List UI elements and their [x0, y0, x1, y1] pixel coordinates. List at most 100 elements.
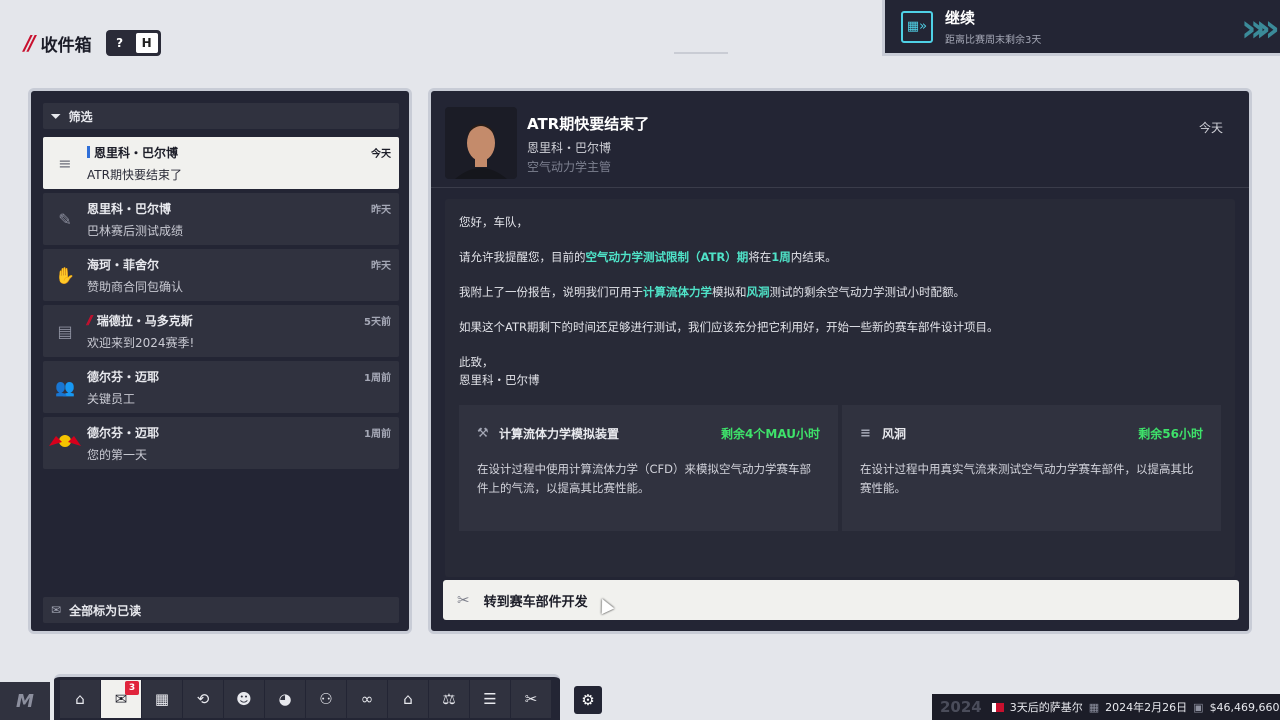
wind-tunnel-icon: ≡	[860, 426, 871, 441]
facilities-button[interactable]: ⌂	[388, 679, 428, 718]
go-to-car-development-button[interactable]: ✂ 转到赛车部件开发	[443, 580, 1239, 620]
message-item[interactable]: ✎ 恩里科・巴尔博 巴林赛后测试成绩 昨天	[43, 193, 399, 245]
help-button[interactable]: ?	[107, 32, 132, 54]
message-subject: 巴林赛后测试成绩	[87, 223, 184, 238]
resource-cards: ⚒ 计算流体力学模拟装置 剩余4个MAU小时 在设计过程中使用计算流体力学（CF…	[459, 405, 1221, 531]
helmet-icon: ◕	[278, 689, 292, 708]
highlight-duration: 1周	[771, 250, 791, 264]
sponsor-icon: ⚖	[442, 689, 456, 708]
continue-label: 继续	[945, 9, 976, 27]
calendar-icon: ▦	[1088, 700, 1100, 714]
finance-button[interactable]: ☰	[470, 679, 510, 718]
home-icon: ⌂	[75, 689, 85, 708]
settings-button[interactable]: ⚙	[574, 686, 602, 714]
help-keys[interactable]: ? H	[105, 30, 161, 56]
filter-icon: ⏷	[51, 108, 61, 123]
cfd-icon: ⚒	[477, 426, 489, 441]
filter-button[interactable]: ⏷ 筛选	[43, 103, 399, 129]
message-item[interactable]: ✋ 海珂・菲舍尔 赞助商合同包确认 昨天	[43, 249, 399, 301]
card-name: 风洞	[882, 427, 907, 441]
card-remaining: 剩余56小时	[1138, 427, 1203, 441]
current-date: 2024年2月26日	[1105, 701, 1188, 714]
red-bull-logo	[43, 432, 87, 454]
mark-all-read-label: 全部标为已读	[69, 603, 142, 618]
card-name: 计算流体力学模拟装置	[499, 427, 620, 441]
money-icon: ▣	[1193, 700, 1204, 714]
message-date: 今天	[371, 149, 391, 160]
message-title: ATR期快要结束了	[527, 115, 650, 133]
paragraph-2: 我附上了一份报告，说明我们可用于计算流体力学模拟和风洞测试的剩余空气动力学测试小…	[459, 285, 965, 299]
message-list: ≡ 恩里科・巴尔博 ATR期快要结束了 今天 ✎ 恩里科・巴尔博 巴林赛后测试成…	[43, 137, 399, 473]
message-item[interactable]: ≡ 恩里科・巴尔博 ATR期快要结束了 今天	[43, 137, 399, 189]
coins-icon: ☰	[483, 689, 497, 708]
message-detail-panel: ATR期快要结束了 恩里科・巴尔博 空气动力学主管 今天 您好，车队， 请允许我…	[428, 88, 1252, 634]
paragraph-1: 请允许我提醒您，目前的空气动力学测试限制（ATR）期将在1周内结束。	[459, 250, 837, 264]
message-subject: 关键员工	[87, 391, 136, 406]
message-subject: ATR期快要结束了	[87, 167, 182, 182]
message-subject: 欢迎来到2024赛季!	[87, 335, 195, 350]
track-button[interactable]: ⟲	[183, 679, 223, 718]
calendar-button[interactable]: ▦	[142, 679, 182, 718]
helmet-button[interactable]: ◕	[265, 679, 305, 718]
continue-button[interactable]: ▦» 继续 距离比赛周末剩余3天 »»	[882, 0, 1280, 56]
card-remaining: 剩余4个MAU小时	[721, 427, 820, 441]
signature: 此致， 恩里科・巴尔博	[459, 355, 540, 387]
action-label: 转到赛车部件开发	[483, 594, 588, 610]
cfd-card: ⚒ 计算流体力学模拟装置 剩余4个MAU小时 在设计过程中使用计算流体力学（CF…	[459, 405, 838, 531]
sponsors-button[interactable]: ⚖	[429, 679, 469, 718]
message-sender-role: 空气动力学主管	[527, 160, 612, 174]
message-sender-name: 恩里科・巴尔博	[527, 141, 612, 155]
mark-all-read-button[interactable]: ✉ 全部标为已读	[43, 597, 399, 623]
card-description: 在设计过程中用真实气流来测试空气动力学赛车部件，以提高其比赛性能。	[860, 462, 1194, 495]
wind-tunnel-card: ≡ 风洞 剩余56小时 在设计过程中用真实气流来测试空气动力学赛车部件，以提高其…	[842, 405, 1221, 531]
building-icon: ⌂	[403, 689, 413, 708]
inbox-badge: 3	[125, 680, 139, 695]
message-sender: 恩里科・巴尔博	[94, 145, 179, 160]
message-item[interactable]: 德尔芬・迈耶 您的第一天 1周前	[43, 417, 399, 469]
brand-slash-icon: //	[87, 313, 93, 327]
message-date: 今天	[1198, 121, 1223, 135]
message-body: 您好，车队， 请允许我提醒您，目前的空气动力学测试限制（ATR）期将在1周内结束…	[445, 199, 1235, 577]
season-year: 2024	[940, 698, 982, 716]
status-bar: 2024 3天后的萨基尔 ▦ 2024年2月26日 ▣ $46,469,660	[932, 694, 1280, 720]
inbox-button[interactable]: ✉ 3	[101, 679, 141, 718]
message-sender: 德尔芬・迈耶	[87, 369, 160, 384]
gear-icon: ⚙	[581, 691, 595, 709]
card-description: 在设计过程中使用计算流体力学（CFD）来模拟空气动力学赛车部件上的气流，以提高其…	[477, 462, 811, 495]
drivers-button[interactable]: ☻	[224, 679, 264, 718]
team-budget: $46,469,660	[1209, 700, 1280, 714]
greeting: 您好，车队，	[459, 215, 528, 229]
chevrons-icon: »»	[1240, 6, 1280, 50]
decor-line	[674, 52, 728, 54]
message-item[interactable]: ▤ //瑞德拉・马多克斯 欢迎来到2024赛季! 5天前	[43, 305, 399, 357]
message-date: 1周前	[364, 429, 391, 440]
page-title: 收件箱	[40, 35, 92, 56]
message-date: 1周前	[364, 373, 391, 384]
message-date: 5天前	[364, 317, 391, 328]
handshake-icon: ✋	[55, 265, 75, 285]
message-subject: 赞助商合同包确认	[87, 279, 184, 294]
unread-marker	[87, 146, 90, 158]
highlight-cfd: 计算流体力学	[643, 285, 712, 299]
staff-button[interactable]: ⚇	[306, 679, 346, 718]
envelope-open-icon: ✉	[51, 603, 62, 617]
home-button[interactable]: ⌂	[60, 679, 100, 718]
message-date: 昨天	[371, 205, 391, 216]
message-sender: 海珂・菲舍尔	[87, 257, 160, 272]
message-item[interactable]: 👥 德尔芬・迈耶 关键员工 1周前	[43, 361, 399, 413]
message-date: 昨天	[371, 261, 391, 272]
binoculars-icon: ∞	[360, 689, 374, 708]
tools-icon: ✂	[457, 591, 470, 609]
calendar-advance-icon: ▦»	[901, 10, 933, 43]
avatar	[445, 107, 517, 179]
hotkey-hint: H	[134, 32, 159, 54]
message-header: ATR期快要结束了 恩里科・巴尔博 空气动力学主管 今天	[431, 91, 1249, 188]
highlight-atr: 空气动力学测试限制（ATR）期	[585, 250, 749, 264]
staff-icon: ⚇	[319, 689, 333, 708]
car-development-button[interactable]: ✂	[511, 679, 551, 718]
scouting-button[interactable]: ∞	[347, 679, 387, 718]
calendar-icon: ▦	[154, 689, 170, 708]
tools-icon: ✂	[524, 689, 538, 708]
track-icon: ⟲	[196, 689, 210, 708]
document-icon: ▤	[57, 321, 73, 341]
